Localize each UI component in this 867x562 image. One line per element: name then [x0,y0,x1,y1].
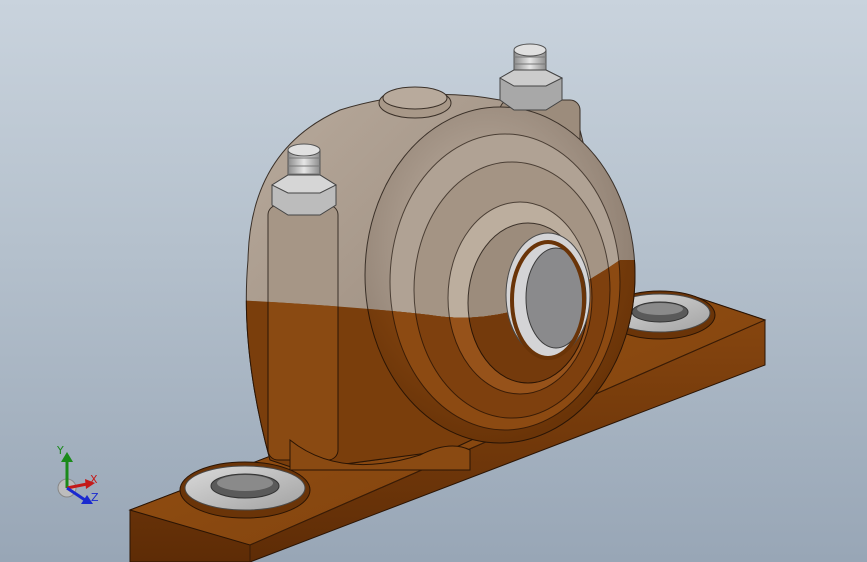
z-axis-label: Z [91,491,99,504]
reference-triad: Y X Z [45,440,115,515]
pillow-block-model[interactable] [0,0,867,562]
rear-bolt[interactable] [498,43,564,111]
triad-axes [57,452,95,504]
x-axis-label: X [90,473,98,486]
bearing-insert[interactable] [505,232,591,360]
y-axis-label: Y [57,444,64,457]
graphics-viewport[interactable]: Y X Z [0,0,867,562]
